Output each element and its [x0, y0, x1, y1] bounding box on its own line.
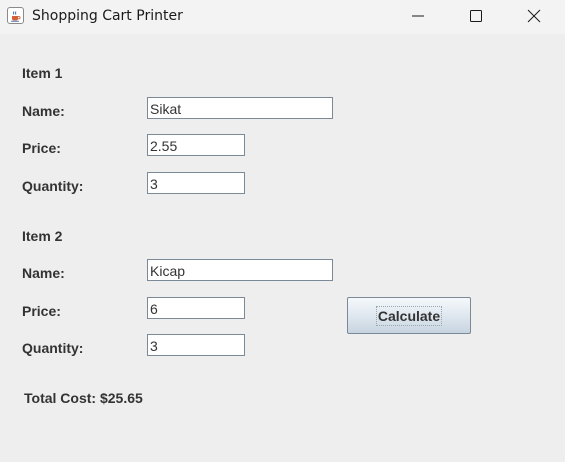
item1-price-field[interactable]: [147, 134, 245, 156]
item1-price-label: Price:: [22, 140, 61, 156]
item2-name-label: Name:: [22, 265, 65, 281]
total-cost-label: Total Cost: $25.65: [24, 390, 143, 406]
item1-name-field[interactable]: [147, 97, 333, 119]
item1-quantity-field[interactable]: [147, 172, 245, 194]
window-title: Shopping Cart Printer: [32, 8, 183, 24]
calculate-button-label: Calculate: [375, 305, 443, 326]
item2-quantity-label: Quantity:: [22, 340, 84, 356]
java-cup-icon[interactable]: [7, 7, 24, 24]
maximize-icon: [470, 10, 482, 22]
title-bar[interactable]: Shopping Cart Printer: [0, 0, 565, 34]
close-button[interactable]: [511, 0, 557, 32]
app-window: Shopping Cart Printer Item 1 Name: Price…: [0, 0, 565, 462]
item2-price-label: Price:: [22, 303, 61, 319]
minimize-button[interactable]: [395, 0, 441, 32]
calculate-button[interactable]: Calculate: [347, 297, 471, 334]
item2-heading: Item 2: [22, 228, 63, 244]
item1-name-label: Name:: [22, 103, 65, 119]
maximize-button[interactable]: [453, 0, 499, 32]
item2-name-field[interactable]: [147, 259, 333, 281]
item1-quantity-label: Quantity:: [22, 178, 84, 194]
item2-price-field[interactable]: [147, 297, 245, 319]
item2-quantity-field[interactable]: [147, 334, 245, 356]
item1-heading: Item 1: [22, 65, 63, 81]
minimize-icon: [412, 15, 424, 17]
close-icon: [527, 9, 541, 23]
